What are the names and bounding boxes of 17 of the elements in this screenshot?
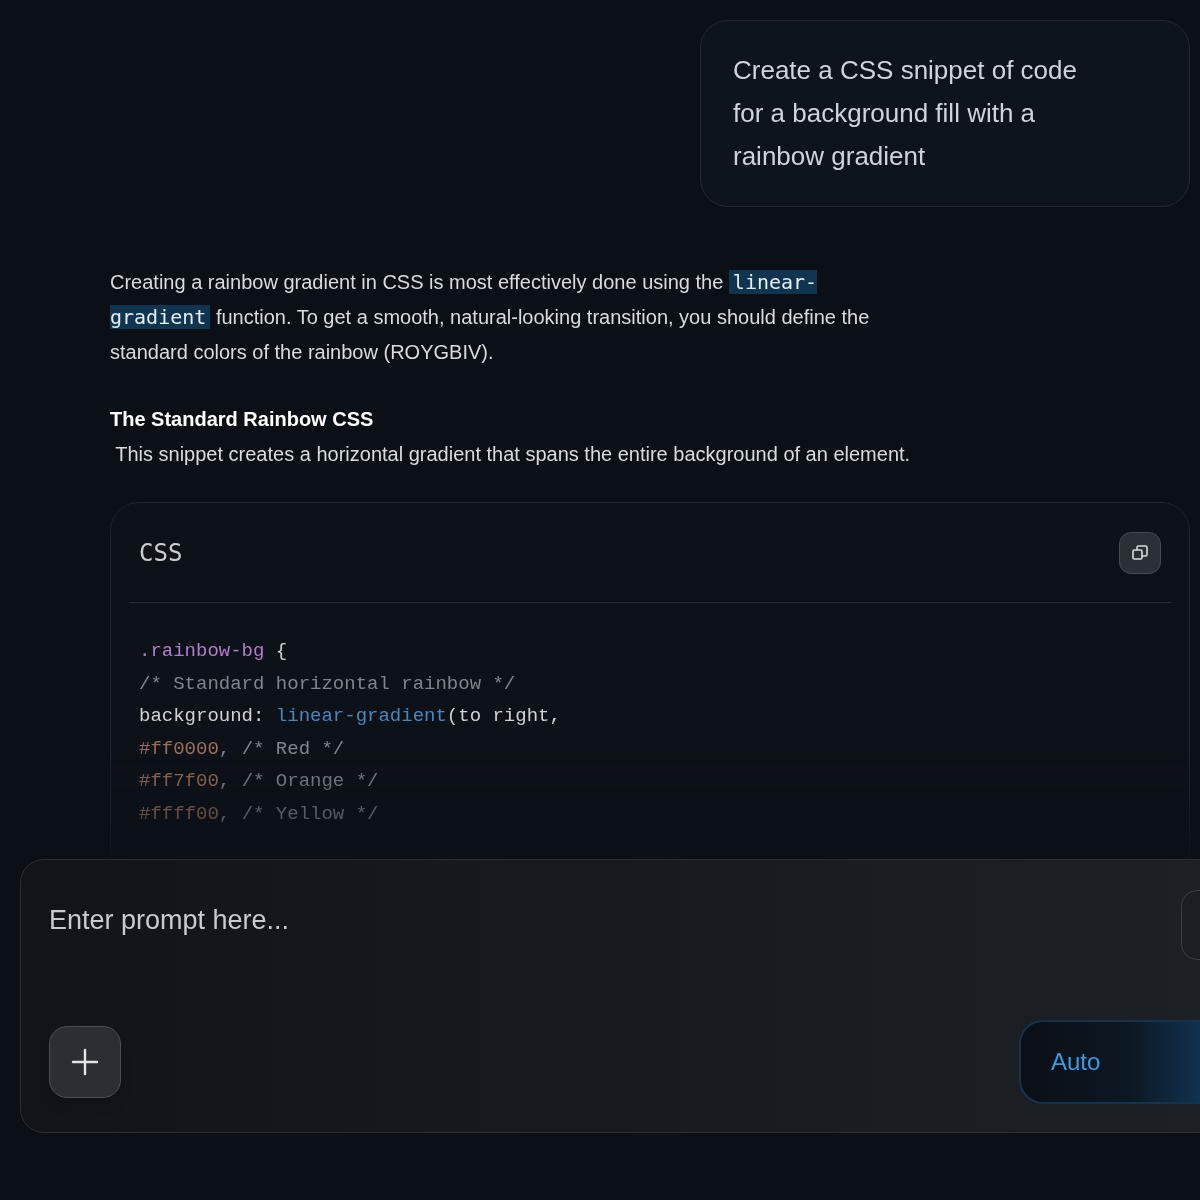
add-button[interactable] (49, 1026, 121, 1098)
copy-button[interactable] (1119, 531, 1161, 574)
code-line: #ffff00, /* Yellow */ (139, 801, 379, 827)
copy-icon (1131, 543, 1149, 562)
section-description: This snippet creates a horizontal gradient that spans the entire background of an element. (114, 442, 912, 467)
code-line: /* Standard horizontal rainbow */ (139, 671, 516, 697)
code-line: #ff0000, /* Red */ (139, 736, 345, 762)
mode-button[interactable]: Auto (1019, 1020, 1200, 1104)
code-line: background: linear-gradient(to right, (139, 704, 561, 729)
prompt-input[interactable]: Enter prompt here... (49, 900, 949, 941)
user-message-text: Create a CSS snippet of code for a background fill with a rainbow gradient (733, 54, 1078, 173)
section-heading: The Standard Rainbow CSS (110, 407, 375, 432)
code-line: .rainbow-bg { (139, 639, 288, 664)
answer-paragraph: Creating a rainbow gradient in CSS is most effectively done using the linear-gradient function. To get a smooth, natural-looking transition, you should define the standard colors of the rainbow (ROYGBIV). (110, 269, 871, 365)
code-line: #ff7f00, /* Orange */ (139, 769, 379, 794)
code-language-label: CSS (139, 537, 183, 569)
plus-icon (70, 1047, 100, 1077)
